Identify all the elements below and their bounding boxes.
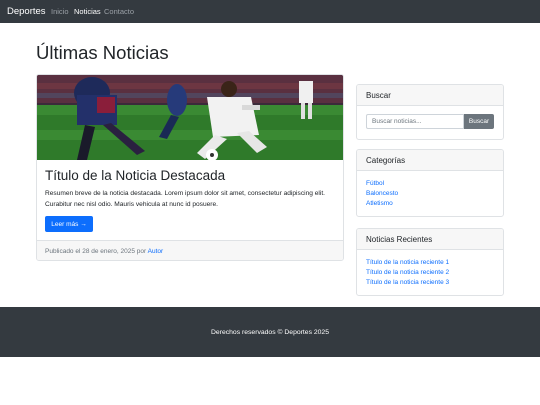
recent-news-link-2[interactable]: Título de la noticia reciente 2: [366, 269, 449, 276]
read-more-button[interactable]: Leer más →: [45, 216, 93, 232]
top-navbar: Deportes Inicio Noticias Contacto: [0, 0, 540, 23]
category-link-futbol[interactable]: Fútbol: [366, 180, 384, 187]
list-item: Baloncesto: [366, 189, 494, 199]
list-item: Título de la noticia reciente 3: [366, 278, 494, 288]
brand-logo[interactable]: Deportes: [7, 6, 46, 17]
recent-news-widget: Noticias Recientes Título de la noticia …: [356, 228, 504, 296]
list-item: Título de la noticia reciente 1: [366, 258, 494, 268]
featured-summary: Resumen breve de la noticia destacada. L…: [45, 190, 326, 208]
list-item: Fútbol: [366, 179, 494, 189]
featured-title[interactable]: Título de la Noticia Destacada: [45, 168, 225, 183]
page-title: Últimas Noticias: [36, 42, 169, 63]
published-date: Publicado el 28 de enero, 2025 por: [45, 248, 148, 255]
nav-link-contacto[interactable]: Contacto: [104, 7, 134, 16]
list-item: Título de la noticia reciente 2: [366, 268, 494, 278]
search-widget-header: Buscar: [357, 85, 503, 106]
site-footer: Derechos reservados © Deportes 2025: [0, 307, 540, 357]
search-button[interactable]: Buscar: [464, 114, 494, 129]
list-item: Atletismo: [366, 199, 494, 209]
categories-widget-header: Categorías: [357, 150, 503, 171]
recent-news-link-1[interactable]: Título de la noticia reciente 1: [366, 259, 449, 266]
recent-news-link-3[interactable]: Título de la noticia reciente 3: [366, 279, 449, 286]
search-widget: Buscar Buscar: [356, 84, 504, 140]
search-input[interactable]: [366, 114, 464, 129]
recent-news-list: Título de la noticia reciente 1 Título d…: [366, 258, 494, 288]
recent-news-widget-header: Noticias Recientes: [357, 229, 503, 250]
category-link-baloncesto[interactable]: Baloncesto: [366, 190, 398, 197]
categories-list: Fútbol Baloncesto Atletismo: [366, 179, 494, 209]
category-link-atletismo[interactable]: Atletismo: [366, 200, 393, 207]
author-link[interactable]: Autor: [148, 248, 164, 255]
featured-news-card: Título de la Noticia Destacada Resumen b…: [36, 74, 344, 261]
featured-meta: Publicado el 28 de enero, 2025 por Autor: [37, 240, 343, 260]
featured-image[interactable]: [37, 75, 343, 160]
categories-widget: Categorías Fútbol Baloncesto Atletismo: [356, 149, 504, 217]
nav-link-noticias[interactable]: Noticias: [74, 7, 101, 16]
copyright-text: Derechos reservados © Deportes 2025: [211, 328, 329, 336]
nav-link-inicio[interactable]: Inicio: [51, 7, 69, 16]
